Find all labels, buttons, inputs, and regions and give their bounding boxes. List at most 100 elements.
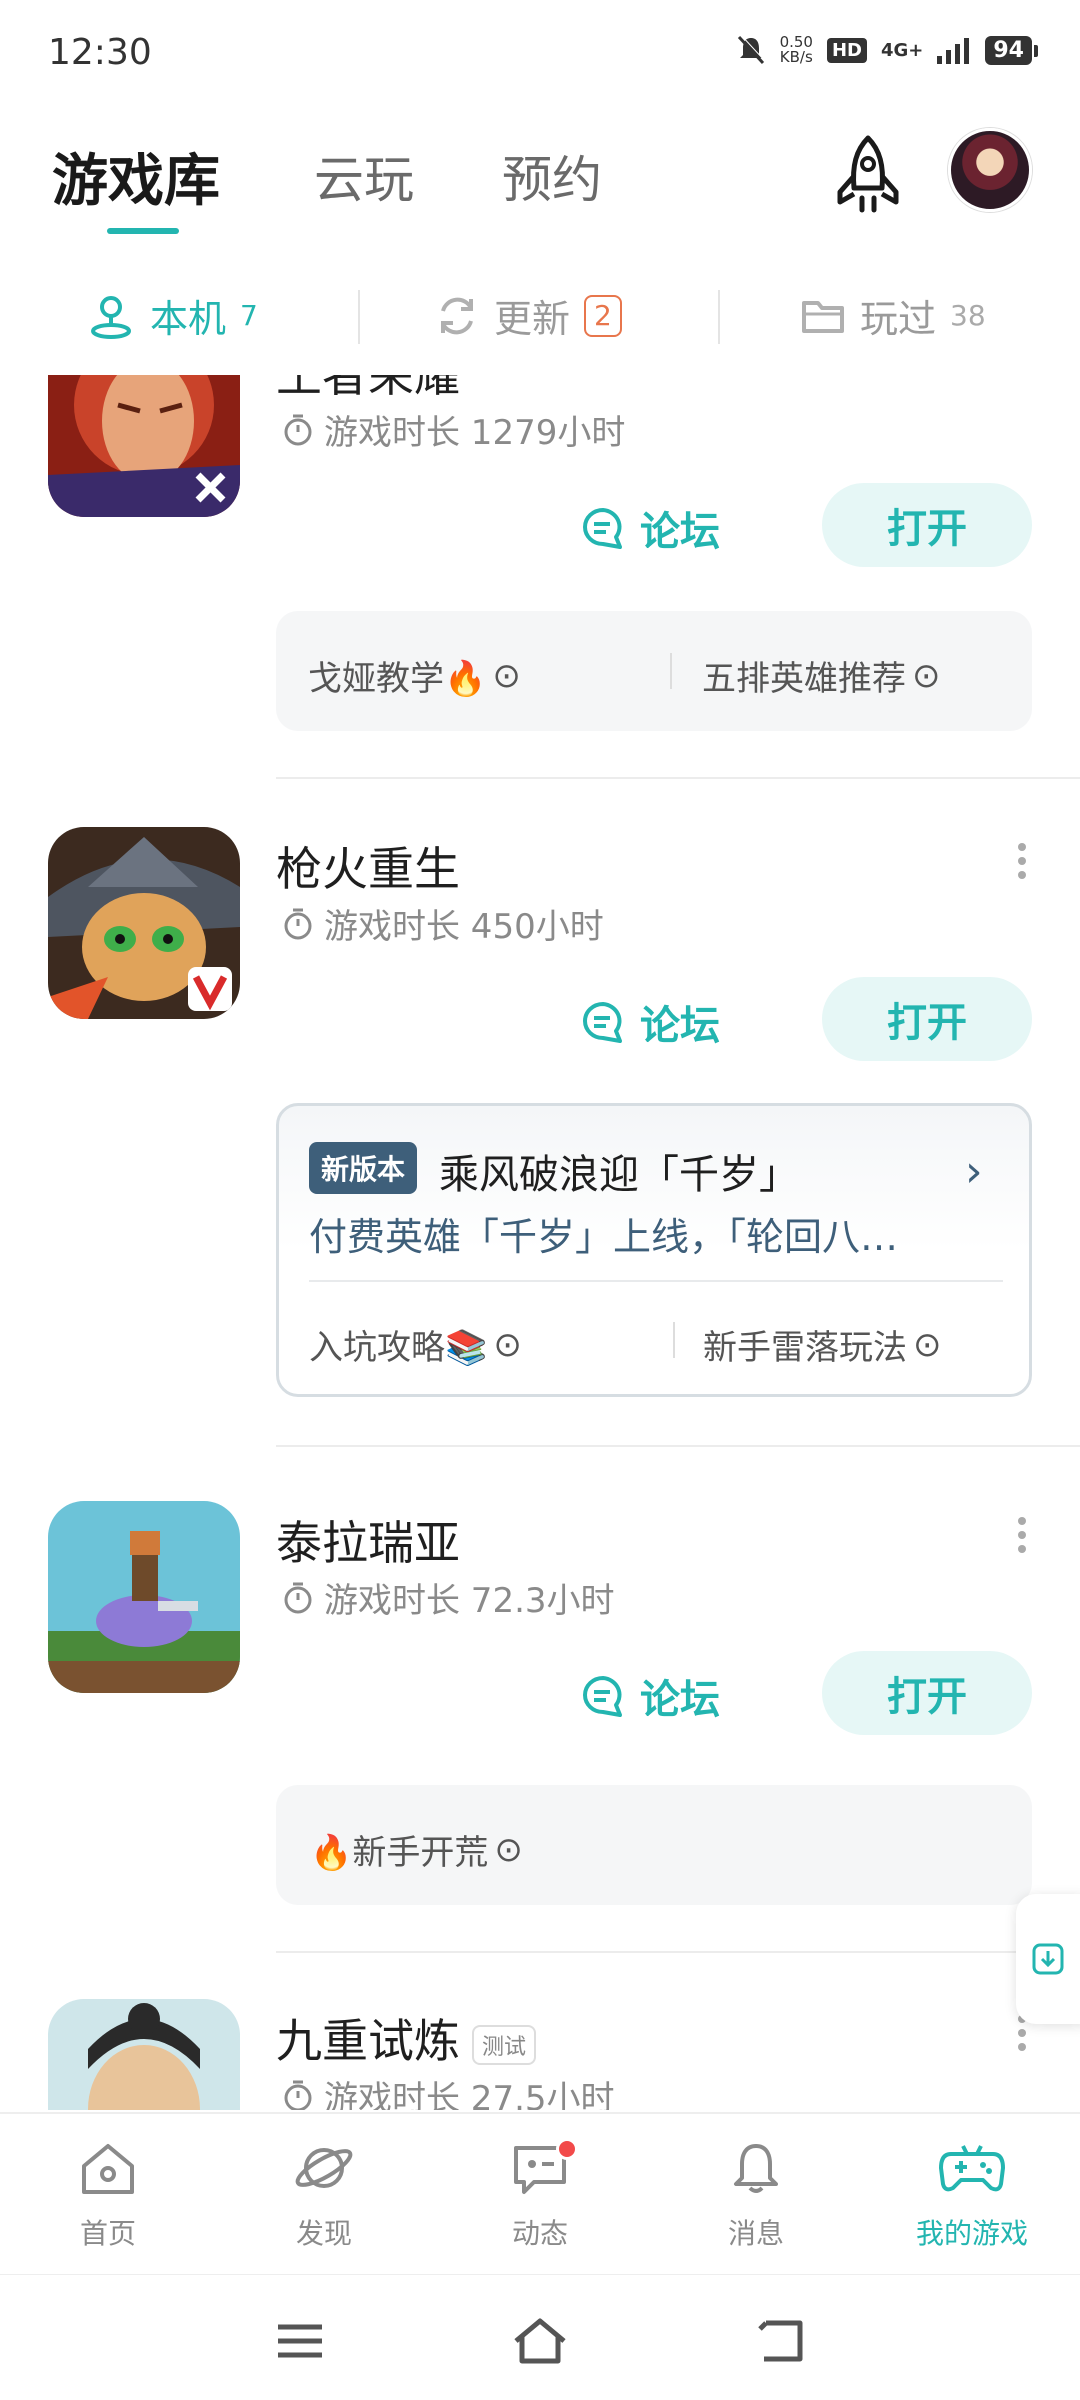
- news-body: 付费英雄「千岁」上线，「轮回八…: [309, 1215, 899, 1259]
- timer-icon: [284, 2080, 312, 2110]
- battery-indicator: 94: [985, 35, 1038, 65]
- active-tab-indicator: [107, 228, 179, 234]
- notification-dot: [556, 2138, 578, 2160]
- download-icon: [1032, 1943, 1064, 1975]
- game-icon-gunfire-reborn[interactable]: [48, 827, 240, 1019]
- nav-discover[interactable]: 发现: [244, 2138, 404, 2252]
- forum-chat-icon: [583, 1676, 622, 1717]
- tips-card: 戈娅教学🔥 ⊙ 五排英雄推荐 ⊙: [276, 611, 1032, 731]
- rocket-icon[interactable]: [828, 132, 908, 222]
- playtime: 游戏时长 27.5小时: [282, 2071, 615, 2110]
- subtab-divider: [358, 290, 360, 344]
- news-card[interactable]: 新版本 乘风破浪迎「千岁」 › 付费英雄「千岁」上线，「轮回八… 入坑攻略📚 ⊙…: [276, 1103, 1032, 1397]
- refresh-icon: [441, 297, 473, 334]
- user-avatar[interactable]: [948, 128, 1032, 212]
- status-bar: 12:30 0.50 KB/s HD 4G+ 94: [0, 0, 1080, 110]
- tip-link[interactable]: 新手雷落玩法 ⊙: [703, 1320, 942, 1369]
- tips-card: 🔥新手开荒 ⊙: [276, 1785, 1032, 1905]
- system-navigation-bar: [0, 2274, 1080, 2400]
- game-title[interactable]: 王者荣耀: [276, 375, 460, 405]
- forum-button[interactable]: 论坛: [580, 1667, 720, 1725]
- tab-game-library[interactable]: 游戏库: [52, 136, 220, 217]
- subtab-label: 更新: [494, 297, 571, 341]
- nav-my-games[interactable]: 我的游戏: [892, 2138, 1052, 2252]
- subtab-count: 38: [950, 299, 986, 332]
- game-icon-terraria[interactable]: [48, 1501, 240, 1693]
- game-divider: [276, 777, 1080, 779]
- circle-chevron-icon: ⊙: [493, 1324, 522, 1365]
- more-options-icon[interactable]: [1010, 1511, 1034, 1571]
- game-icon-honor-of-kings[interactable]: [48, 375, 240, 517]
- subtab-played[interactable]: 玩过 38: [800, 288, 986, 343]
- mute-bell-icon: [737, 34, 765, 65]
- timer-icon: [284, 908, 312, 939]
- nav-messages[interactable]: 消息: [676, 2138, 836, 2252]
- bell-icon: [734, 2144, 778, 2193]
- subtab-local[interactable]: 本机 7: [86, 288, 258, 343]
- tip-link[interactable]: 戈娅教学🔥 ⊙: [308, 651, 521, 700]
- location-pin-icon: [91, 295, 131, 339]
- folder-icon: [802, 300, 844, 333]
- forum-chat-icon: [583, 1002, 622, 1043]
- open-game-button[interactable]: 打开: [822, 483, 1032, 567]
- subtab-label: 本机: [150, 297, 227, 341]
- subtab-divider: [718, 290, 720, 344]
- new-version-badge: 新版本: [309, 1142, 418, 1194]
- tip-link[interactable]: 入坑攻略📚 ⊙: [309, 1320, 522, 1369]
- status-time: 12:30: [48, 32, 152, 73]
- hd-badge: HD: [826, 37, 867, 63]
- game-title[interactable]: 枪火重生: [276, 833, 460, 899]
- game-list[interactable]: 王者荣耀 游戏时长 1279小时 论坛 打开 戈娅教学🔥 ⊙ 五排英雄推荐 ⊙: [0, 375, 1080, 2110]
- game-title[interactable]: 泰拉瑞亚: [276, 1507, 460, 1573]
- circle-chevron-icon: ⊙: [913, 1324, 942, 1365]
- chevron-right-icon: ›: [965, 1146, 983, 1197]
- open-game-button[interactable]: 打开: [822, 1651, 1032, 1735]
- home-system-icon[interactable]: [510, 2311, 570, 2371]
- tip-link[interactable]: 五排英雄推荐 ⊙: [702, 651, 941, 700]
- gamepad-icon: [939, 2145, 1005, 2192]
- nav-activity[interactable]: 动态: [460, 2138, 620, 2252]
- test-badge: 测试: [472, 2024, 537, 2065]
- tab-cloud-play[interactable]: 云玩: [314, 140, 414, 212]
- tab-reservation[interactable]: 预约: [502, 140, 602, 212]
- game-title[interactable]: 九重试炼 测试: [276, 2005, 537, 2071]
- status-icons: 0.50 KB/s HD 4G+ 94: [736, 33, 1038, 66]
- subtab-label: 玩过: [860, 297, 937, 341]
- subtab-count: 7: [240, 299, 258, 332]
- floating-download-button[interactable]: [1016, 1894, 1080, 2024]
- open-game-button[interactable]: 打开: [822, 977, 1032, 1061]
- back-icon[interactable]: [752, 2311, 812, 2371]
- news-title: 乘风破浪迎「千岁」: [439, 1152, 799, 1198]
- subtab-updates[interactable]: 更新 2: [434, 288, 622, 343]
- nav-home[interactable]: 首页: [28, 2138, 188, 2252]
- update-count-badge: 2: [584, 294, 622, 337]
- signal-icon: [937, 38, 970, 64]
- planet-icon: [295, 2148, 353, 2188]
- forum-button[interactable]: 论坛: [580, 993, 720, 1051]
- circle-chevron-icon: ⊙: [492, 655, 521, 696]
- forum-button[interactable]: 论坛: [580, 499, 720, 557]
- header: 游戏库 云玩 预约: [0, 110, 1080, 260]
- tip-link[interactable]: 🔥新手开荒 ⊙: [310, 1825, 523, 1874]
- playtime: 游戏时长 1279小时: [282, 405, 625, 454]
- network-speed: 0.50 KB/s: [779, 33, 813, 66]
- library-subtabs: 本机 7 更新 2 玩过 38: [0, 270, 1080, 360]
- menu-icon[interactable]: [270, 2311, 330, 2371]
- more-options-icon[interactable]: [1010, 837, 1034, 897]
- news-divider: [309, 1280, 1003, 1282]
- home-icon: [82, 2144, 134, 2194]
- game-icon-nine-trials[interactable]: [48, 1999, 240, 2110]
- circle-chevron-icon: ⊙: [494, 1829, 523, 1870]
- bottom-navigation: 首页 发现 动态 消息 我的游戏: [0, 2112, 1080, 2274]
- game-divider: [276, 1445, 1080, 1447]
- game-divider: [276, 1951, 1080, 1953]
- playtime: 游戏时长 72.3小时: [282, 1573, 615, 1622]
- timer-icon: [284, 1582, 312, 1613]
- tip-divider: [673, 1322, 675, 1358]
- tip-divider: [670, 653, 672, 689]
- timer-icon: [284, 414, 312, 445]
- forum-chat-icon: [583, 508, 622, 549]
- circle-chevron-icon: ⊙: [912, 655, 941, 696]
- playtime: 游戏时长 450小时: [282, 899, 604, 948]
- network-type: 4G+: [880, 39, 924, 61]
